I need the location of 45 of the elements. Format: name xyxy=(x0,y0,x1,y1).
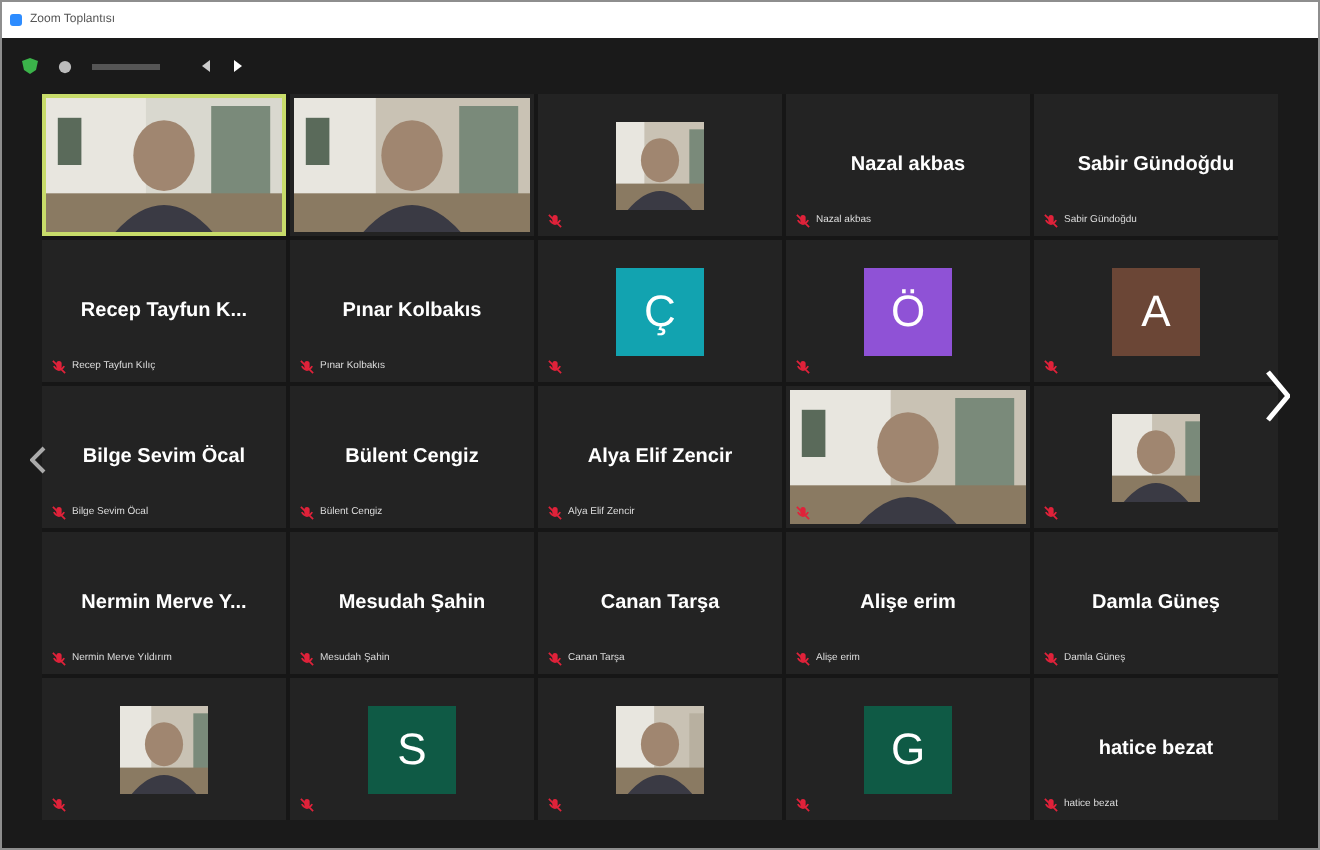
muted-microphone-icon xyxy=(52,359,66,374)
muted-microphone-icon xyxy=(52,798,66,812)
participant-name: Pınar Kolbakıs xyxy=(342,298,482,326)
participant-name: Canan Tarşa xyxy=(600,590,720,618)
muted-microphone-icon xyxy=(548,214,562,228)
muted-microphone-icon xyxy=(548,798,562,812)
muted-microphone-icon xyxy=(796,798,810,812)
participant-name: Damla Güneş xyxy=(1092,590,1220,618)
participant-name: Nazal akbas xyxy=(850,152,966,180)
muted-microphone-icon xyxy=(796,506,810,520)
muted-microphone-icon xyxy=(548,505,562,520)
participant-name: Bülent Cengiz xyxy=(345,444,479,472)
muted-microphone-icon xyxy=(796,651,810,666)
participant-name: Mesudah Şahin xyxy=(338,590,486,618)
muted-microphone-icon xyxy=(52,651,66,666)
participant-name: hatice bezat xyxy=(1098,736,1214,764)
avatar: G xyxy=(864,705,952,793)
previous-page-icon[interactable] xyxy=(200,60,212,72)
muted-microphone-icon xyxy=(300,505,314,520)
muted-microphone-icon xyxy=(1044,651,1058,666)
muted-microphone-icon xyxy=(300,359,314,374)
muted-microphone-icon xyxy=(1044,797,1058,812)
muted-microphone-icon xyxy=(548,651,562,666)
participant-name: Recep Tayfun K... xyxy=(80,298,248,326)
muted-microphone-icon xyxy=(796,213,810,228)
muted-microphone-icon xyxy=(300,651,314,666)
participant-name: Sabir Gündoğdu xyxy=(1077,152,1235,180)
app-icon xyxy=(10,12,22,28)
muted-microphone-icon xyxy=(796,360,810,374)
participant-name: Alya Elif Zencir xyxy=(587,444,733,472)
muted-microphone-icon xyxy=(1044,213,1058,228)
shield-icon[interactable] xyxy=(22,58,38,74)
muted-microphone-icon xyxy=(1044,506,1058,520)
muted-microphone-icon xyxy=(300,798,314,812)
muted-microphone-icon xyxy=(1044,360,1058,374)
avatar: Ö xyxy=(864,267,952,355)
next-page-icon[interactable] xyxy=(232,60,244,72)
avatar: S xyxy=(368,705,456,793)
avatar: A xyxy=(1112,267,1200,355)
participant-name: Alişe erim xyxy=(860,590,956,618)
avatar: Ç xyxy=(616,267,704,355)
muted-microphone-icon xyxy=(548,360,562,374)
participant-name: Nermin Merve Y... xyxy=(81,590,247,618)
muted-microphone-icon xyxy=(52,505,66,520)
participant-name: Bilge Sevim Öcal xyxy=(82,443,246,472)
